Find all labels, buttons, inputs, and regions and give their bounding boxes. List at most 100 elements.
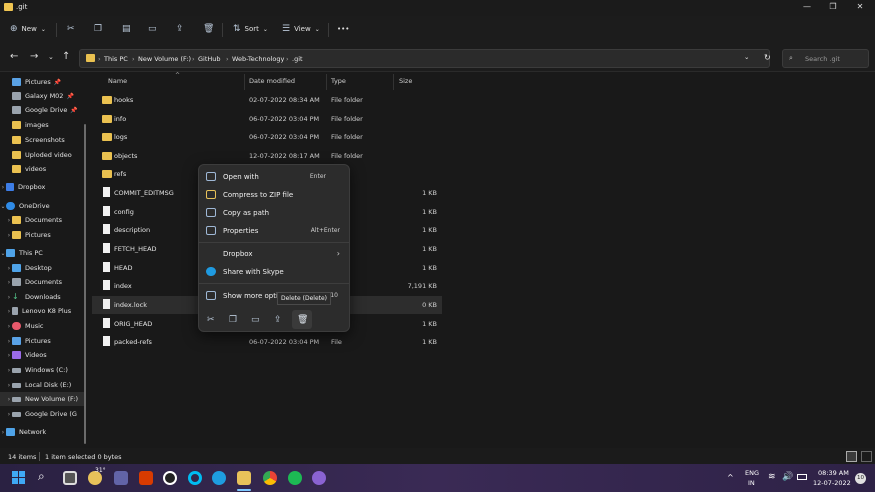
- title-bar: .git — ❐ ✕: [0, 0, 875, 16]
- share-button[interactable]: ⇪: [176, 21, 184, 37]
- menu-item-dropbox[interactable]: Dropbox ›: [203, 245, 346, 262]
- rename-icon[interactable]: ▭: [251, 315, 260, 325]
- edge-icon[interactable]: [212, 471, 226, 485]
- start-button[interactable]: [12, 471, 26, 485]
- teams-icon[interactable]: [114, 471, 128, 485]
- refresh-icon[interactable]: ↻: [764, 53, 771, 62]
- see-more-button[interactable]: •••: [337, 21, 349, 37]
- breadcrumb-chevron-icon: ›: [286, 55, 289, 63]
- breadcrumb-github[interactable]: GitHub: [198, 55, 221, 63]
- recent-chevron-icon[interactable]: ⌄: [48, 53, 54, 61]
- battery-icon[interactable]: [797, 474, 807, 480]
- sidebar-item-windows-c[interactable]: › Windows (C:): [0, 363, 86, 377]
- sidebar-item-desktop[interactable]: › Desktop: [0, 261, 86, 275]
- column-header-date[interactable]: Date modified: [249, 77, 295, 85]
- column-header-size[interactable]: Size: [399, 77, 412, 85]
- sidebar-item-videos-pinned[interactable]: videos: [0, 162, 86, 176]
- sidebar-item-dropbox[interactable]: › Dropbox: [0, 180, 86, 194]
- menu-item-compress-zip[interactable]: Compress to ZIP file: [203, 186, 346, 203]
- sidebar-item-uploded-video[interactable]: Uploded video: [0, 148, 86, 162]
- new-button[interactable]: ⊕ New ⌄: [10, 21, 46, 37]
- sidebar-item-new-volume-f[interactable]: › New Volume (F:): [0, 392, 86, 406]
- sidebar-item-local-disk-e[interactable]: › Local Disk (E:): [0, 378, 86, 392]
- search-icon[interactable]: ⌕: [38, 469, 52, 483]
- language-indicator[interactable]: ENG: [745, 469, 759, 477]
- sidebar-item-network[interactable]: › Network: [0, 425, 86, 439]
- menu-item-share-skype[interactable]: Share with Skype: [203, 263, 346, 280]
- back-arrow-icon[interactable]: ←: [10, 51, 18, 62]
- sort-button[interactable]: ⇅ Sort ⌄: [233, 21, 268, 37]
- tiles-view-icon[interactable]: [861, 451, 872, 462]
- sidebar-item-onedrive-pictures[interactable]: › Pictures: [0, 228, 86, 242]
- sidebar-item-this-pc[interactable]: ⌄ This PC: [0, 246, 86, 260]
- notification-badge[interactable]: 10: [855, 473, 866, 484]
- delete-button[interactable]: 🗑: [203, 21, 214, 37]
- clock-time[interactable]: 08:39 AM: [818, 469, 849, 477]
- file-row[interactable]: hooks 02-07-2022 08:34 AM File folder: [92, 91, 442, 109]
- paste-button[interactable]: ▤: [122, 21, 131, 37]
- sidebar-item-label: Pictures: [25, 78, 51, 86]
- wifi-icon[interactable]: ≋: [768, 472, 776, 482]
- address-dropdown-icon[interactable]: ⌄: [744, 53, 749, 61]
- menu-divider: [199, 283, 349, 284]
- file-explorer-icon[interactable]: [237, 471, 251, 485]
- spotify-icon[interactable]: [288, 471, 302, 485]
- file-row[interactable]: logs 06-07-2022 03:04 PM File folder: [92, 128, 442, 146]
- sidebar-item-onedrive[interactable]: ⌄ OneDrive: [0, 199, 86, 213]
- sidebar-item-google-drive-g[interactable]: › Google Drive (G: [0, 407, 86, 421]
- column-header-type[interactable]: Type: [331, 77, 346, 85]
- search-box[interactable]: ⌕ Search .git: [782, 49, 869, 68]
- address-bar[interactable]: › This PC › New Volume (F:) › GitHub › W…: [79, 49, 771, 68]
- maximize-button[interactable]: ❐: [825, 2, 841, 14]
- column-header-name[interactable]: Name: [108, 77, 127, 85]
- breadcrumb-git[interactable]: .git: [292, 55, 303, 63]
- breadcrumb-new-volume[interactable]: New Volume (F:): [138, 55, 191, 63]
- file-row[interactable]: objects 12-07-2022 08:17 AM File folder: [92, 147, 442, 165]
- breadcrumb-chevron-icon: ›: [132, 55, 135, 63]
- show-hidden-icons[interactable]: ^: [727, 473, 734, 482]
- volume-icon[interactable]: 🔊: [782, 472, 793, 482]
- sidebar-item-music[interactable]: › Music: [0, 319, 86, 333]
- cut-button[interactable]: ✂: [67, 21, 75, 37]
- breadcrumb-this-pc[interactable]: This PC: [104, 55, 128, 63]
- sidebar-item-onedrive-documents[interactable]: › Documents: [0, 213, 86, 227]
- share-icon[interactable]: ⇪: [274, 315, 282, 325]
- github-desktop-icon[interactable]: [312, 471, 326, 485]
- menu-item-copy-path[interactable]: Copy as path: [203, 204, 346, 221]
- sidebar-item-videos[interactable]: › Videos: [0, 348, 86, 362]
- menu-item-open-with[interactable]: Open with Enter: [203, 168, 346, 185]
- sidebar-item-google-drive-pinned[interactable]: Google Drive 📌: [0, 103, 86, 117]
- copy-button[interactable]: ❐: [94, 21, 102, 37]
- office-icon[interactable]: [139, 471, 153, 485]
- view-button[interactable]: ☰ View ⌄: [282, 21, 320, 37]
- github-icon[interactable]: [163, 471, 177, 485]
- sidebar-item-screenshots[interactable]: Screenshots: [0, 133, 86, 147]
- file-row[interactable]: info 06-07-2022 03:04 PM File folder: [92, 110, 442, 128]
- close-button[interactable]: ✕: [852, 2, 868, 14]
- chevron-down-icon: ⌄: [40, 25, 46, 33]
- sidebar-item-documents[interactable]: › Documents: [0, 275, 86, 289]
- sidebar-item-pictures[interactable]: › Pictures: [0, 334, 86, 348]
- file-row[interactable]: packed-refs 06-07-2022 03:04 PM File 1 KB: [92, 333, 442, 351]
- folder-icon: [12, 231, 21, 239]
- sidebar-item-downloads[interactable]: › ↓ Downloads: [0, 290, 86, 304]
- cortana-icon[interactable]: [188, 471, 202, 485]
- minimize-button[interactable]: —: [799, 2, 815, 14]
- rename-button[interactable]: ▭: [148, 21, 157, 37]
- folder-icon: [4, 3, 13, 11]
- sidebar-item-label: Pictures: [25, 231, 51, 239]
- sidebar-item-images[interactable]: images: [0, 118, 86, 132]
- up-arrow-icon[interactable]: ↑: [62, 51, 70, 62]
- chrome-icon[interactable]: [263, 471, 277, 485]
- cut-icon[interactable]: ✂: [207, 315, 215, 325]
- sidebar-item-pictures-pinned[interactable]: Pictures 📌: [0, 75, 86, 89]
- details-view-icon[interactable]: [846, 451, 857, 462]
- menu-item-properties[interactable]: Properties Alt+Enter: [203, 222, 346, 239]
- breadcrumb-web-technology[interactable]: Web-Technology: [232, 55, 284, 63]
- sidebar-item-lenovo[interactable]: › Lenovo K8 Plus: [0, 304, 86, 318]
- sidebar-item-galaxy[interactable]: Galaxy M02 📌: [0, 89, 86, 103]
- task-view-icon[interactable]: [63, 471, 77, 485]
- copy-icon[interactable]: ❐: [229, 315, 237, 325]
- forward-arrow-icon[interactable]: →: [30, 51, 38, 62]
- sidebar-scrollbar[interactable]: [84, 124, 86, 444]
